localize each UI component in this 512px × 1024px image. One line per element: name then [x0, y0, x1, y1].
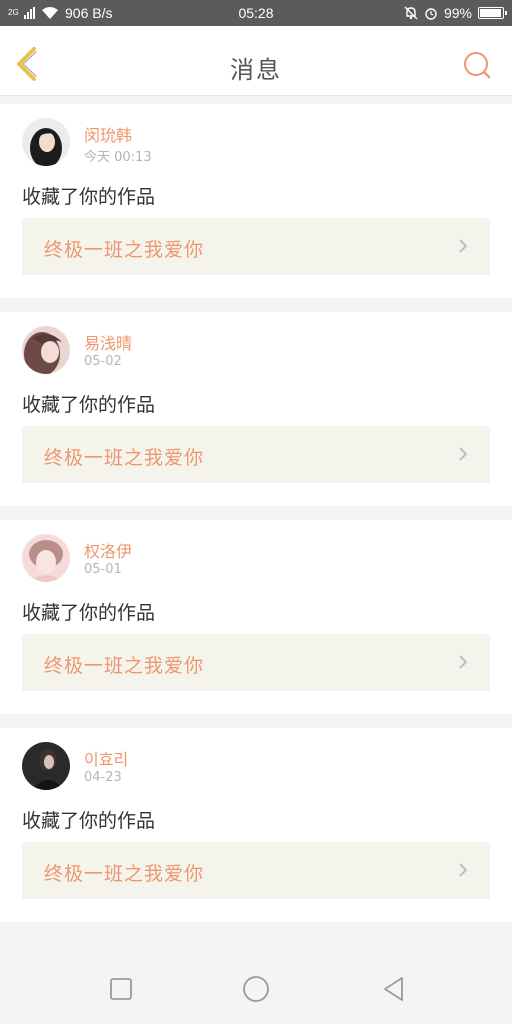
- home-icon[interactable]: [242, 975, 270, 1003]
- app-header: 消息: [0, 26, 512, 96]
- action-text: 收藏了你的作品: [22, 810, 156, 832]
- avatar[interactable]: [22, 326, 70, 374]
- search-button[interactable]: [462, 50, 492, 80]
- work-link[interactable]: 终极一班之我爱你: [22, 218, 490, 275]
- network-type: 2G: [8, 8, 19, 17]
- battery-fill: [480, 9, 501, 17]
- page-title: 消息: [230, 56, 282, 84]
- work-title: 终极一班之我爱你: [44, 655, 205, 677]
- user-name[interactable]: 闵玧韩: [84, 122, 132, 146]
- back-icon[interactable]: [380, 975, 408, 1003]
- battery-icon: [478, 7, 507, 19]
- user-name[interactable]: 权洛伊: [84, 538, 132, 562]
- action-text: 收藏了你的作品: [22, 186, 156, 208]
- timestamp: 今天 00:13: [84, 150, 152, 165]
- message-card: 易浅晴 05-02 收藏了你的作品 终极一班之我爱你: [0, 312, 512, 506]
- network-speed: 906 B/s: [65, 5, 113, 21]
- work-title: 终极一班之我爱你: [44, 863, 205, 885]
- message-card: 权洛伊 05-01 收藏了你的作品 终极一班之我爱你: [0, 520, 512, 714]
- user-name[interactable]: 易浅晴: [84, 330, 132, 354]
- alarm-icon: [425, 8, 437, 20]
- avatar[interactable]: [22, 742, 70, 790]
- chevron-right-icon: [459, 239, 468, 253]
- avatar[interactable]: [22, 534, 70, 582]
- message-card: 闵玧韩 今天 00:13 收藏了你的作品 终极一班之我爱你: [0, 104, 512, 298]
- timestamp: 04-23: [84, 770, 122, 785]
- work-title: 终极一班之我爱你: [44, 239, 205, 261]
- mute-icon: [404, 6, 418, 20]
- work-link[interactable]: 终极一班之我爱你: [22, 842, 490, 899]
- action-text: 收藏了你的作品: [22, 602, 156, 624]
- work-link[interactable]: 终极一班之我爱你: [22, 426, 490, 483]
- system-nav-bar: [0, 955, 512, 1024]
- chevron-right-icon: [459, 655, 468, 669]
- status-right: 99%: [324, 5, 507, 21]
- status-bar: 2G 906 B/s 05:28 99%: [0, 0, 512, 26]
- wifi-icon: [42, 7, 58, 19]
- signal-icon: [24, 7, 35, 19]
- chevron-right-icon: [459, 863, 468, 877]
- status-left: 2G 906 B/s: [8, 5, 188, 21]
- battery-percent: 99%: [443, 5, 472, 21]
- timestamp: 05-02: [84, 354, 122, 369]
- status-time: 05:28: [238, 5, 274, 21]
- work-link[interactable]: 终极一班之我爱你: [22, 634, 490, 691]
- timestamp: 05-01: [84, 562, 122, 577]
- user-name[interactable]: 이효리: [84, 746, 128, 770]
- action-text: 收藏了你的作品: [22, 394, 156, 416]
- chevron-right-icon: [459, 447, 468, 461]
- work-title: 终极一班之我爱你: [44, 447, 205, 469]
- avatar[interactable]: [22, 118, 70, 166]
- message-card: 이효리 04-23 收藏了你的作品 终极一班之我爱你: [0, 728, 512, 922]
- recent-apps-icon[interactable]: [107, 975, 135, 1003]
